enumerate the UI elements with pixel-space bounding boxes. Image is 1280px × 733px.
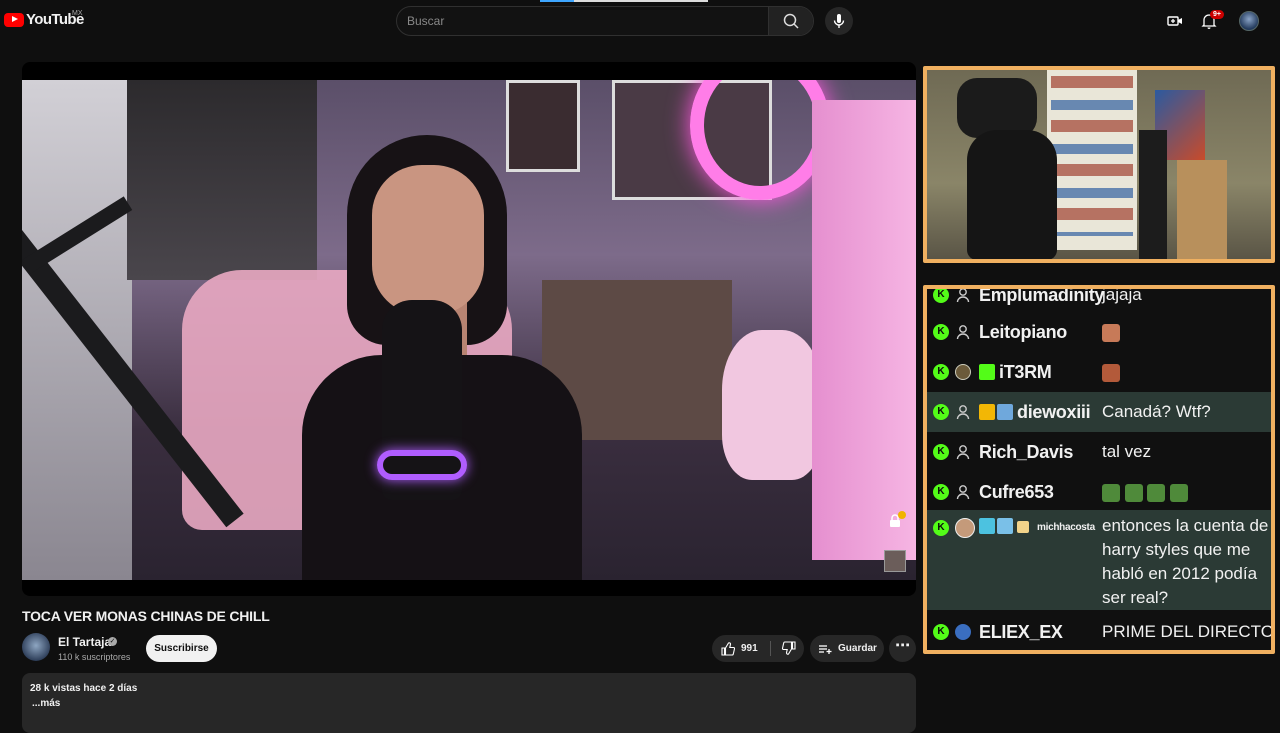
more-actions-button[interactable]: ⋯ [889,635,916,662]
mic-icon [833,14,845,28]
user-icon [956,289,970,303]
voice-search-button[interactable] [825,7,853,35]
show-more-link[interactable]: ...más [30,698,908,709]
subscriber-count: 110 k suscriptores [58,652,131,662]
save-icon [819,644,832,654]
like-icon [721,641,735,656]
kick-icon: K [933,364,949,380]
user-avatar [955,624,971,640]
lock-badge [898,511,906,519]
emote-icon [1102,363,1120,382]
chat-text [1102,322,1120,342]
kick-icon: K [933,444,949,460]
top-bar: YouTube MX 9+ [0,0,1280,42]
chat-username: michhacosta [1037,522,1095,533]
save-label: Guardar [838,643,877,654]
sub-badge-icon [997,404,1013,420]
webcam-overlay [923,66,1275,263]
chat-text: entonces la cuenta de harry styles que m… [1102,516,1269,607]
more-icon: ⋯ [895,637,910,654]
chat-username: Cufre653 [979,481,1054,502]
search-icon [783,13,799,29]
youtube-logo-icon [4,12,24,27]
search-button[interactable] [768,7,813,35]
chat-message: K Emplumadinity jajaja [927,285,1271,315]
chat-text: PRIME DEL DIRECTO [1102,622,1274,641]
kick-icon: K [933,324,949,340]
chat-message: K diewoxiii Canadá? Wtf? [927,392,1271,432]
sub-badge-icon [997,518,1013,534]
chat-overlay: K Emplumadinity jajaja K Leitopiano K iT… [923,285,1275,654]
kick-icon: K [933,404,949,420]
channel-name[interactable]: El Tartaja [58,635,111,649]
user-avatar [955,364,971,380]
kick-icon: K [933,289,949,303]
kick-icon: K [933,520,949,536]
channel-avatar[interactable] [22,633,50,661]
dislike-button[interactable] [774,635,804,662]
views-and-date: 28 k vistas hace 2 días [30,683,138,694]
chat-username: Rich_Davis [979,441,1074,462]
emote-icon [1147,483,1166,502]
video-frame [22,80,916,580]
chat-text: jajaja [1102,285,1142,304]
chat-username: ELIEX_EX [979,621,1063,642]
chat-message: K Cufre653 [927,472,1271,512]
chat-message: K michhacosta entonces la cuenta de harr… [927,510,1271,610]
video-title: TOCA VER MONAS CHINAS DE CHILL [22,608,270,624]
account-avatar[interactable] [1239,11,1259,31]
loading-bar [540,0,708,2]
user-icon [956,485,970,500]
chat-username: iT3RM [999,361,1052,382]
subscribe-button[interactable]: Suscribirse [146,635,217,662]
sub-badge-icon [979,518,995,534]
crown-badge-icon [979,404,995,420]
search-input[interactable] [397,7,769,35]
create-icon [1167,16,1182,26]
youtube-logo[interactable]: YouTube MX [4,10,84,28]
chat-username: Leitopiano [979,321,1067,342]
like-button[interactable]: 991 [712,635,768,662]
emote-icon [1102,323,1120,342]
kick-icon: K [933,624,949,640]
emote-icon [1102,483,1120,502]
chat-text [1102,482,1189,502]
kick-icon: K [933,484,949,500]
chat-text: Canadá? Wtf? [1102,402,1211,421]
user-icon [956,445,970,460]
emote-icon [1170,483,1189,502]
notification-badge: 9+ [1210,10,1224,19]
save-button[interactable]: Guardar [810,635,884,662]
user-icon [956,405,970,420]
logo-country: MX [72,10,83,17]
sub-badge-icon [979,364,995,380]
chat-username: Emplumadinity [979,285,1105,305]
chat-message: K Rich_Davis tal vez [927,432,1271,472]
description-box[interactable]: 28 k vistas hace 2 días ...más [22,673,916,733]
chat-username: diewoxiii [1017,401,1091,422]
chat-message: K Leitopiano [927,312,1271,352]
dislike-icon [781,641,796,655]
chat-message: K ELIEX_EX PRIME DEL DIRECTO [927,612,1274,650]
like-count: 991 [741,643,758,654]
search-box [396,6,814,36]
video-player[interactable] [22,62,916,596]
like-dislike-group: 991 [712,635,804,662]
user-avatar [955,518,975,538]
chat-text [1102,362,1120,382]
user-icon [956,325,970,340]
create-button[interactable] [1166,12,1184,30]
emote-icon [1124,483,1143,502]
chat-text: tal vez [1102,442,1152,461]
gift-badge-icon [1017,521,1029,533]
verified-icon: ✓ [108,637,117,646]
chat-message: K iT3RM [927,352,1271,392]
